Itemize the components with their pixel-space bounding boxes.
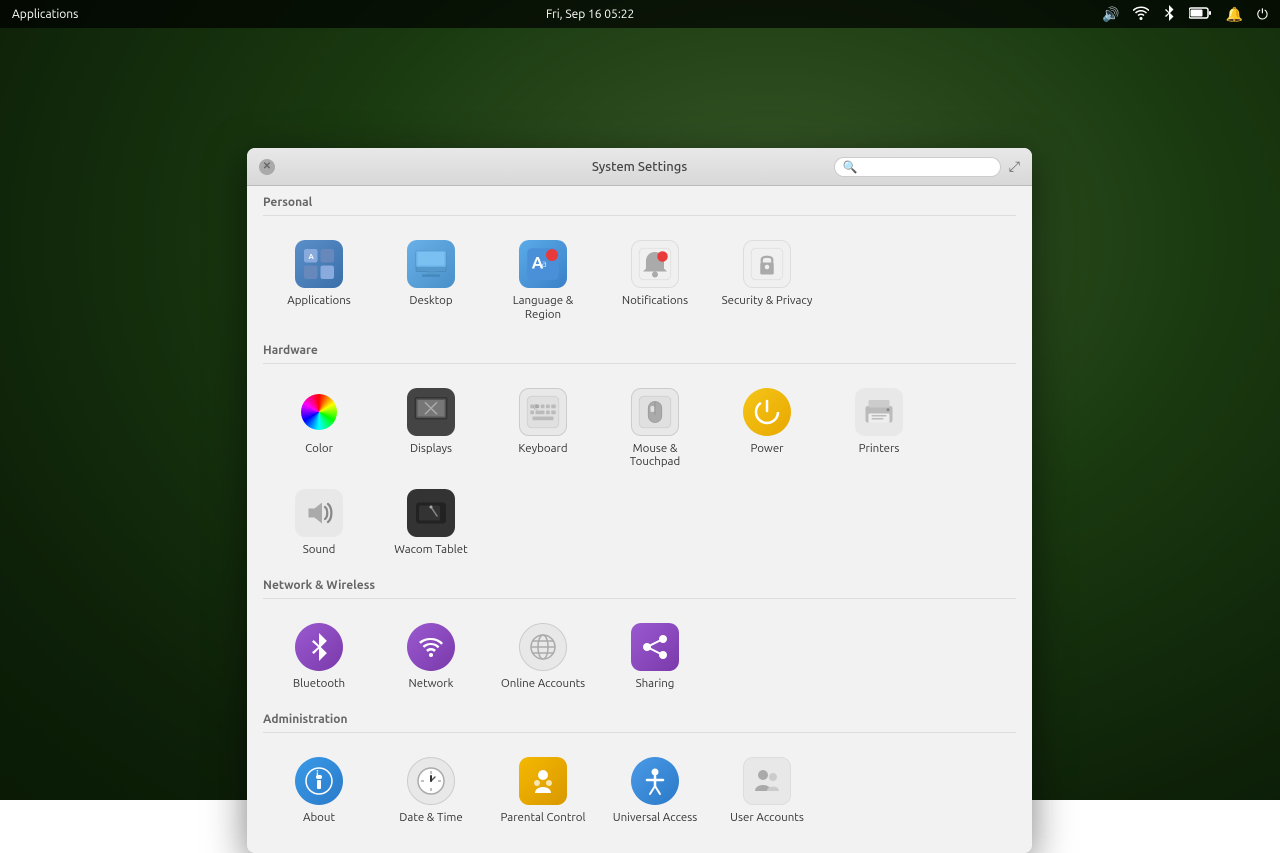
applications-label: Applications <box>287 294 351 308</box>
item-applications[interactable]: A Applications <box>263 228 375 330</box>
notifications-label: Notifications <box>622 294 688 308</box>
color-label: Color <box>305 442 333 456</box>
close-button[interactable]: ✕ <box>259 159 275 175</box>
search-box: 🔍 <box>834 157 1001 177</box>
personal-grid: A Applications Desktop <box>263 224 1016 334</box>
hardware-grid: Color Displays <box>263 372 1016 569</box>
keyboard-label: Keyboard <box>518 442 567 456</box>
titlebar: ✕ System Settings 🔍 ⤢ <box>247 148 1032 186</box>
svg-text:a: a <box>542 257 547 269</box>
item-wacom[interactable]: Wacom Tablet <box>375 477 487 565</box>
item-color[interactable]: Color <box>263 376 375 478</box>
parental-label: Parental Control <box>501 811 586 825</box>
wifi-icon[interactable] <box>1133 6 1149 23</box>
printers-label: Printers <box>859 442 900 456</box>
item-parental[interactable]: Parental Control <box>487 745 599 833</box>
window-title: System Settings <box>592 160 687 174</box>
topbar: Applications Fri, Sep 16 05:22 🔊 🔔 ⏻ <box>0 0 1280 28</box>
item-network[interactable]: Network <box>375 611 487 699</box>
bluetooth-label: Bluetooth <box>293 677 345 691</box>
settings-content: Personal A Applications <box>247 186 1032 853</box>
svg-text:@: @ <box>533 403 539 410</box>
item-mouse[interactable]: Mouse & Touchpad <box>599 376 711 478</box>
settings-window: ✕ System Settings 🔍 ⤢ Personal A <box>247 148 1032 853</box>
item-online-accounts[interactable]: Online Accounts <box>487 611 599 699</box>
admin-grid: i About <box>263 741 1016 837</box>
item-about[interactable]: i About <box>263 745 375 833</box>
item-security[interactable]: Security & Privacy <box>711 228 823 330</box>
online-accounts-label: Online Accounts <box>501 677 585 691</box>
datetime-label: Date & Time <box>399 811 462 825</box>
battery-icon[interactable] <box>1189 6 1211 22</box>
desktop-label: Desktop <box>409 294 452 308</box>
universal-label: Universal Access <box>613 811 697 825</box>
item-sharing[interactable]: Sharing <box>599 611 711 699</box>
search-input[interactable] <box>862 160 992 174</box>
item-printers[interactable]: Printers <box>823 376 935 478</box>
section-personal: Personal <box>263 186 1016 216</box>
item-power[interactable]: Power <box>711 376 823 478</box>
power-icon[interactable]: ⏻ <box>1257 6 1268 23</box>
sharing-label: Sharing <box>636 677 675 691</box>
about-label: About <box>303 811 335 825</box>
notifications-icon[interactable]: 🔔 <box>1225 6 1242 23</box>
item-keyboard[interactable]: @ Keyboard <box>487 376 599 478</box>
item-users[interactable]: User Accounts <box>711 745 823 833</box>
displays-label: Displays <box>410 442 452 456</box>
section-hardware: Hardware <box>263 334 1016 364</box>
topbar-apps-label[interactable]: Applications <box>12 8 78 21</box>
svg-text:A: A <box>309 253 315 261</box>
item-sound[interactable]: Sound <box>263 477 375 565</box>
expand-button[interactable]: ⤢ <box>1009 158 1020 175</box>
mouse-label: Mouse & Touchpad <box>607 442 703 470</box>
network-label: Network <box>409 677 454 691</box>
section-network: Network & Wireless <box>263 569 1016 599</box>
item-bluetooth[interactable]: Bluetooth <box>263 611 375 699</box>
topbar-datetime: Fri, Sep 16 05:22 <box>546 8 634 21</box>
item-desktop[interactable]: Desktop <box>375 228 487 330</box>
item-universal[interactable]: Universal Access <box>599 745 711 833</box>
power-label: Power <box>750 442 783 456</box>
language-label: Language & Region <box>495 294 591 322</box>
item-notifications[interactable]: Notifications <box>599 228 711 330</box>
volume-icon[interactable]: 🔊 <box>1102 6 1119 23</box>
security-label: Security & Privacy <box>722 294 813 308</box>
item-displays[interactable]: Displays <box>375 376 487 478</box>
bluetooth-icon[interactable] <box>1163 5 1175 24</box>
search-icon: 🔍 <box>843 160 858 174</box>
wacom-label: Wacom Tablet <box>394 543 467 557</box>
network-grid: Bluetooth Network <box>263 607 1016 703</box>
users-label: User Accounts <box>730 811 804 825</box>
sound-label: Sound <box>303 543 336 557</box>
item-language[interactable]: A a Language & Region <box>487 228 599 330</box>
item-datetime[interactable]: Date & Time <box>375 745 487 833</box>
section-administration: Administration <box>263 703 1016 733</box>
